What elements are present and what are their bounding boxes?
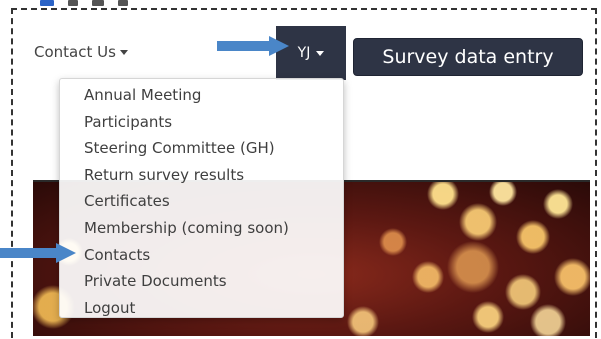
user-dropdown-menu: Annual Meeting Participants Steering Com… xyxy=(59,78,344,318)
menu-item-contacts[interactable]: Contacts xyxy=(60,242,343,269)
screenshot-stage: Contact Us YJ Survey data entry Annual M… xyxy=(0,0,601,339)
arrow-right-icon xyxy=(217,36,289,56)
contact-us-label: Contact Us xyxy=(34,43,116,61)
chevron-down-icon xyxy=(119,50,128,55)
menu-item-steering-committee[interactable]: Steering Committee (GH) xyxy=(60,135,343,162)
menu-item-private-documents[interactable]: Private Documents xyxy=(60,268,343,295)
menu-item-certificates[interactable]: Certificates xyxy=(60,188,343,215)
contact-us-menu[interactable]: Contact Us xyxy=(34,43,128,61)
menu-item-annual-meeting[interactable]: Annual Meeting xyxy=(60,82,343,109)
top-navbar: Contact Us YJ Survey data entry xyxy=(33,26,590,80)
menu-item-membership[interactable]: Membership (coming soon) xyxy=(60,215,343,242)
survey-data-entry-button[interactable]: Survey data entry xyxy=(353,38,583,76)
arrow-right-icon xyxy=(0,243,76,263)
chevron-down-icon xyxy=(316,50,325,56)
menu-item-return-survey-results[interactable]: Return survey results xyxy=(60,162,343,189)
menu-item-logout[interactable]: Logout xyxy=(60,295,343,322)
user-initials: YJ xyxy=(297,45,311,61)
menu-item-participants[interactable]: Participants xyxy=(60,109,343,136)
